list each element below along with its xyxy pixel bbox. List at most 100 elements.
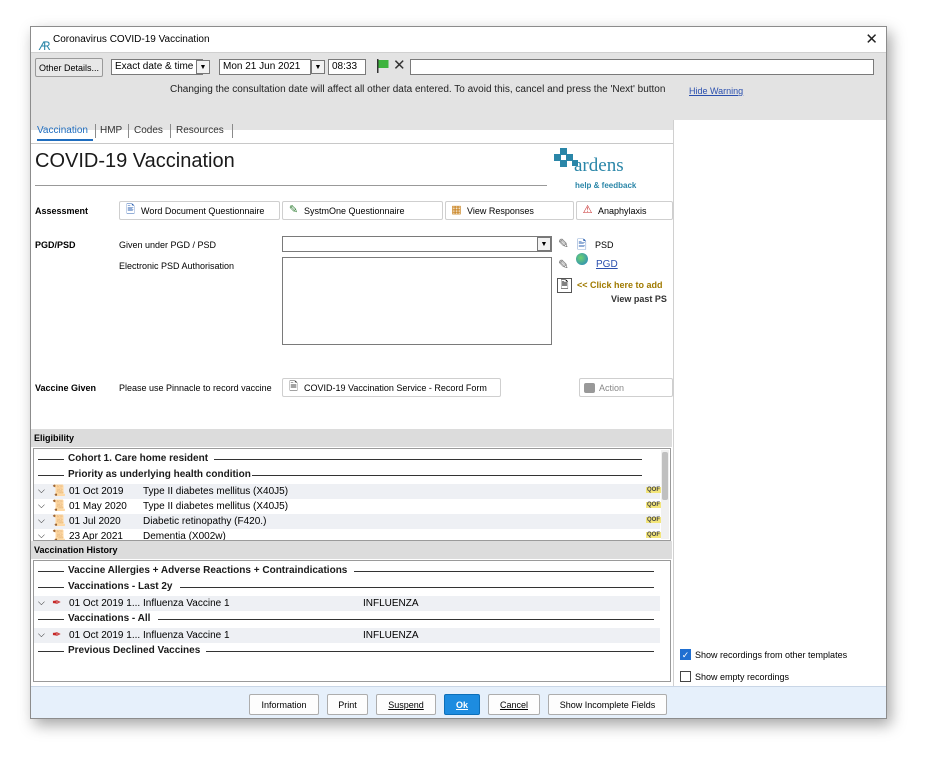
click-here-to-add[interactable]: << Click here to add — [577, 280, 663, 290]
scroll-record-icon: 📜 — [52, 515, 66, 527]
group-header: Cohort 1. Care home resident — [34, 452, 654, 466]
page-title: COVID-19 Vaccination — [35, 150, 235, 172]
vaccination-history-header: Vaccination History — [31, 541, 672, 559]
chevron-down-icon[interactable]: ⌵ — [38, 500, 45, 511]
list-item[interactable]: ⌵ 📜 01 May 2020 Type II diabetes mellitu… — [34, 499, 661, 514]
hide-warning-link[interactable]: Hide Warning — [689, 86, 743, 96]
chevron-down-icon[interactable]: ⌵ — [38, 629, 45, 640]
information-button[interactable]: Information — [249, 694, 319, 715]
list-item[interactable]: ⌵ 📜 01 Jul 2020 Diabetic retinopathy (F4… — [34, 514, 661, 529]
globe-icon — [576, 253, 588, 265]
list-item[interactable]: ⌵ ✒ 01 Oct 2019 1... Influenza Vaccine 1… — [34, 596, 660, 611]
show-other-templates-checkbox[interactable]: ✓ — [680, 649, 691, 660]
chevron-down-icon[interactable]: ⌵ — [38, 485, 45, 496]
given-under-select[interactable] — [282, 236, 552, 252]
time-field[interactable]: 08:33 — [328, 59, 366, 75]
group-header: Vaccinations - Last 2y — [34, 580, 666, 594]
group-header: Vaccinations - All — [34, 612, 666, 626]
date-mode-select[interactable]: Exact date & time — [111, 59, 203, 75]
ardens-logo-text: ardens — [574, 155, 624, 176]
anaphylaxis-button[interactable]: ⚠ Anaphylaxis — [576, 201, 673, 220]
tab-hmp[interactable]: HMP — [100, 125, 122, 136]
psd-label: PSD — [595, 240, 614, 250]
clear-icon[interactable]: ✕ — [393, 56, 406, 74]
active-tab-indicator — [37, 139, 93, 141]
chevron-down-icon[interactable]: ⌵ — [38, 597, 45, 608]
assessment-label: Assessment — [35, 206, 89, 216]
systmone-questionnaire-button[interactable]: ✎ SystmOne Questionnaire — [282, 201, 443, 220]
pencil-icon[interactable]: ✎ — [558, 257, 569, 273]
qof-badge: QOF — [646, 502, 661, 508]
vaccine-given-label: Vaccine Given — [35, 383, 97, 393]
date-field[interactable]: Mon 21 Jun 2021 — [219, 59, 311, 75]
qof-badge: QOF — [646, 487, 661, 493]
show-incomplete-fields-button[interactable]: Show Incomplete Fields — [548, 694, 667, 715]
date-warning: Changing the consultation date will affe… — [170, 84, 666, 95]
eligibility-header: Eligibility — [31, 429, 672, 447]
ardens-logo[interactable]: ardens help & feedback — [554, 148, 664, 190]
group-header: Vaccine Allergies + Adverse Reactions + … — [34, 564, 666, 578]
group-header: Priority as underlying health condition — [34, 468, 654, 482]
syringe-icon: ✒ — [52, 597, 62, 609]
word-document-icon: 🖹 — [126, 204, 135, 216]
form-icon: 🗎 — [289, 381, 298, 393]
given-under-label: Given under PGD / PSD — [119, 240, 217, 250]
action-icon — [584, 382, 595, 393]
right-panel: ✓ Show recordings from other templates S… — [673, 120, 886, 718]
syringe-icon: ✒ — [52, 629, 62, 641]
consultation-toolbar: Other Details... Exact date & time ▼ Mon… — [31, 52, 886, 130]
pinnacle-note: Please use Pinnacle to record vaccine — [119, 383, 272, 393]
checklist-icon: ✎ — [288, 204, 299, 216]
chevron-down-icon[interactable]: ⌵ — [38, 515, 45, 526]
record-form-button[interactable]: 🗎 COVID-19 Vaccination Service - Record … — [282, 378, 501, 397]
tab-resources[interactable]: Resources — [176, 125, 224, 136]
other-details-button[interactable]: Other Details... — [35, 58, 103, 77]
show-empty-label: Show empty recordings — [695, 672, 790, 682]
electronic-psd-textarea[interactable] — [282, 257, 552, 345]
tab-vaccination[interactable]: Vaccination — [37, 125, 88, 136]
group-header: Previous Declined Vaccines — [34, 644, 666, 658]
scroll-record-icon: 📜 — [52, 500, 66, 512]
chevron-down-icon[interactable]: ⌵ — [38, 530, 45, 540]
scroll-thumb[interactable] — [662, 452, 668, 500]
warning-icon: ⚠ — [582, 204, 593, 216]
view-responses-button[interactable]: ▦ View Responses — [445, 201, 574, 220]
eligibility-list: Cohort 1. Care home resident Priority as… — [33, 448, 671, 541]
consultation-text-input[interactable] — [410, 59, 874, 75]
scroll-record-icon: 📜 — [52, 530, 66, 541]
qof-badge: QOF — [646, 532, 661, 538]
list-item[interactable]: ⌵ 📜 01 Oct 2019 Type II diabetes mellitu… — [34, 484, 661, 499]
view-past-psd-link[interactable]: View past PS — [611, 294, 667, 304]
footer-bar: Information Print Suspend Ok Cancel Show… — [31, 686, 886, 718]
word-questionnaire-button[interactable]: 🖹 Word Document Questionnaire — [119, 201, 280, 220]
close-icon[interactable]: ✕ — [865, 30, 878, 48]
show-other-templates-label: Show recordings from other templates — [695, 650, 848, 660]
responses-icon: ▦ — [451, 204, 462, 216]
tab-codes[interactable]: Codes — [134, 125, 163, 136]
chevron-down-icon[interactable]: ▼ — [311, 60, 325, 74]
title-bar: 🜇 Coronavirus COVID-19 Vaccination ✕ — [31, 27, 886, 53]
flag-icon[interactable] — [377, 59, 389, 73]
electronic-psd-label: Electronic PSD Authorisation — [119, 261, 235, 271]
list-item[interactable]: ⌵ 📜 23 Apr 2021 Dementia (X002w) QOF — [34, 529, 661, 541]
list-item[interactable]: ⌵ ✒ 01 Oct 2019 1... Influenza Vaccine 1… — [34, 628, 660, 643]
help-feedback-link[interactable]: help & feedback — [575, 181, 636, 190]
add-psd-icon[interactable]: 🗎 — [557, 278, 572, 293]
show-empty-checkbox[interactable] — [680, 671, 691, 682]
vaccination-window: 🜇 Coronavirus COVID-19 Vaccination ✕ Oth… — [30, 26, 887, 719]
chevron-down-icon[interactable]: ▼ — [196, 60, 210, 74]
ok-button[interactable]: Ok — [444, 694, 480, 715]
pgd-link[interactable]: PGD — [596, 259, 618, 270]
pencil-icon[interactable]: ✎ — [558, 236, 569, 252]
title-divider — [35, 185, 547, 186]
suspend-button[interactable]: Suspend — [376, 694, 436, 715]
action-button[interactable]: Action — [579, 378, 673, 397]
template-tabs: Vaccination HMP Codes Resources — [31, 120, 673, 144]
vaccination-history-list: Vaccine Allergies + Adverse Reactions + … — [33, 560, 671, 682]
window-title: Coronavirus COVID-19 Vaccination — [53, 34, 210, 45]
print-button[interactable]: Print — [327, 694, 368, 715]
scroll-record-icon: 📜 — [52, 485, 66, 497]
cancel-button[interactable]: Cancel — [488, 694, 540, 715]
chevron-down-icon[interactable]: ▼ — [537, 237, 551, 251]
qof-badge: QOF — [646, 517, 661, 523]
